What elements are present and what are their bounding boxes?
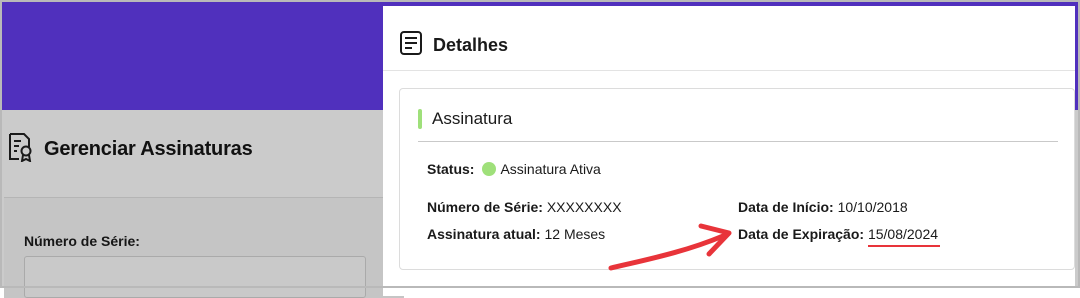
current-subscription-value: 12 Meses (544, 226, 606, 242)
certificate-icon (6, 132, 34, 167)
red-arrow-annotation (608, 223, 732, 271)
serial-label: Número de Série: (427, 199, 543, 215)
serial-number-label: Número de Série: (24, 233, 140, 249)
card-divider (418, 141, 1058, 142)
status-row: Status: Assinatura Ativa (427, 161, 601, 177)
start-date-label: Data de Início: (738, 199, 834, 215)
document-lines-icon (399, 30, 423, 61)
expiry-date-row: Data de Expiração: 15/08/2024 (738, 226, 941, 247)
expiry-date-value: 15/08/2024 (867, 226, 941, 247)
serial-row: Número de Série: XXXXXXXX (427, 199, 622, 215)
page-title: Gerenciar Assinaturas (44, 138, 253, 160)
details-title: Detalhes (433, 35, 509, 55)
red-underline-annotation (867, 245, 941, 247)
current-subscription-label: Assinatura atual: (427, 226, 541, 242)
status-value: Assinatura Ativa (500, 161, 601, 177)
subscription-card-header: Assinatura (418, 109, 512, 129)
status-label: Status: (427, 161, 475, 177)
subscription-card-title: Assinatura (432, 109, 513, 128)
header-divider (383, 70, 1075, 71)
status-indicator-dot (482, 162, 497, 176)
serial-number-input[interactable] (24, 256, 366, 298)
start-date-row: Data de Início: 10/10/2018 (738, 199, 908, 215)
expiry-date-label: Data de Expiração: (738, 226, 865, 242)
current-subscription-row: Assinatura atual: 12 Meses (427, 226, 605, 242)
start-date-value: 10/10/2018 (837, 199, 908, 215)
accent-bar (418, 109, 422, 129)
page-header: Gerenciar Assinaturas (6, 132, 253, 167)
details-header: Detalhes (399, 30, 508, 61)
